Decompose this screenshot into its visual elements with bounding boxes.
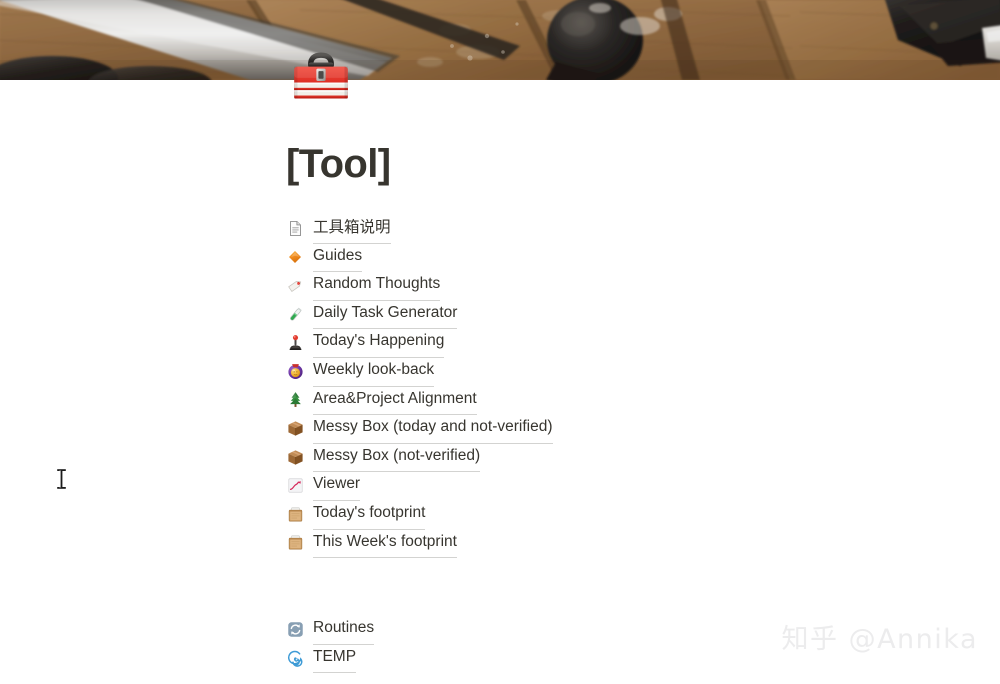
sync-arrows-icon xyxy=(286,620,304,638)
list-item[interactable]: 工具箱说明 xyxy=(286,213,926,244)
label-tag-icon xyxy=(286,276,304,294)
list-item-label[interactable]: Messy Box (not-verified) xyxy=(313,442,481,473)
page-title: [Tool] xyxy=(286,142,391,186)
watermark: 知乎 @Annika xyxy=(781,624,978,655)
list-item-label[interactable]: Messy Box (today and not-verified) xyxy=(313,413,553,444)
list-item[interactable]: Today's Happening xyxy=(286,327,926,358)
list-item[interactable]: Messy Box (not-verified) xyxy=(286,442,926,473)
list-item-label[interactable]: 工具箱说明 xyxy=(313,213,391,244)
list-item[interactable]: Area&Project Alignment xyxy=(286,385,926,416)
list-item[interactable]: Daily Task Generator xyxy=(286,299,926,330)
list-item[interactable]: Guides xyxy=(286,242,926,273)
empty-line xyxy=(286,586,926,615)
list-item-label[interactable]: Daily Task Generator xyxy=(313,299,458,330)
list-item-label[interactable]: Routines xyxy=(313,614,375,645)
list-item-label[interactable]: Area&Project Alignment xyxy=(313,385,477,416)
text-cursor xyxy=(56,468,67,490)
card-index-box-icon xyxy=(286,505,304,523)
list-item[interactable]: Random Thoughts xyxy=(286,270,926,301)
list-item-label[interactable]: Viewer xyxy=(313,470,361,501)
page-cover-image xyxy=(0,0,1000,80)
list-item-label[interactable]: Today's Happening xyxy=(313,327,445,358)
list-item[interactable]: Messy Box (today and not-verified) xyxy=(286,413,926,444)
orange-diamond-icon xyxy=(286,248,304,266)
list-item[interactable]: This Week's footprint xyxy=(286,528,926,559)
list-item[interactable]: Today's footprint xyxy=(286,499,926,530)
list-item-label[interactable]: Guides xyxy=(313,242,363,273)
evergreen-tree-icon xyxy=(286,391,304,409)
page-icon-toolbox[interactable] xyxy=(288,48,354,114)
list-item[interactable]: Viewer xyxy=(286,470,926,501)
card-index-box-icon xyxy=(286,534,304,552)
crystal-ball-icon xyxy=(286,362,304,380)
list-item-label[interactable]: This Week's footprint xyxy=(313,528,457,559)
package-box-icon xyxy=(286,448,304,466)
joystick-icon xyxy=(286,334,304,352)
list-item-label[interactable]: Today's footprint xyxy=(313,499,426,530)
page-link-list: 工具箱说明 Guides Random Thoughts Daily Task … xyxy=(286,213,926,674)
list-item[interactable]: Weekly look-back xyxy=(286,356,926,387)
list-item-label[interactable]: TEMP xyxy=(313,643,357,674)
list-item-label[interactable]: Random Thoughts xyxy=(313,270,441,301)
chart-increasing-icon xyxy=(286,477,304,495)
page-content: [Tool] 工具箱说明 Guides Random Thoughts Dail… xyxy=(286,140,926,674)
cyclone-spiral-icon xyxy=(286,649,304,667)
list-item-label[interactable]: Weekly look-back xyxy=(313,356,435,387)
test-tube-icon xyxy=(286,305,304,323)
empty-line xyxy=(286,557,926,586)
page-document-icon xyxy=(286,219,304,237)
package-box-icon xyxy=(286,419,304,437)
